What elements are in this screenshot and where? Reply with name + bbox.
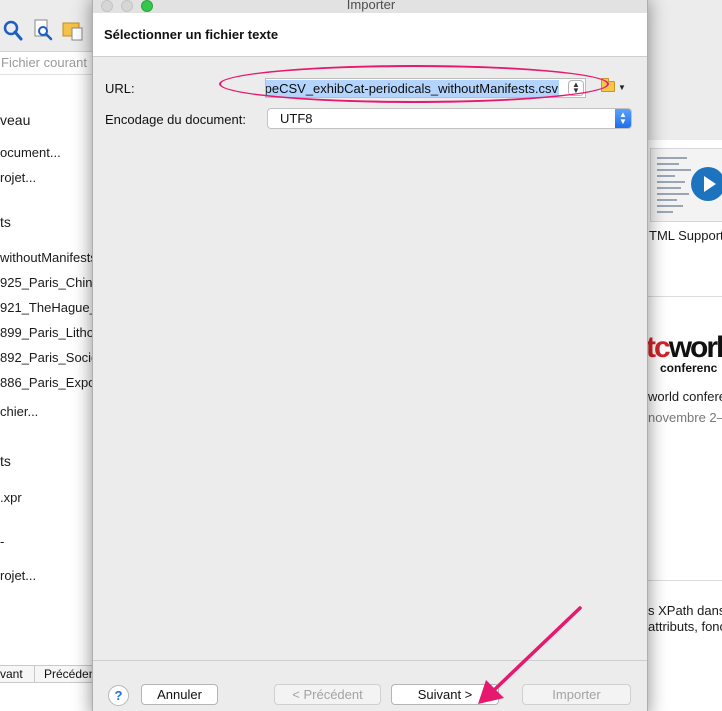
background-list-item[interactable]: 921_TheHague_ [0, 300, 94, 315]
background-right-toolbar [648, 0, 722, 140]
background-list-item: veau [0, 112, 31, 128]
encoding-label: Encodage du document: [105, 112, 246, 127]
video-thumbnail[interactable] [650, 148, 722, 222]
background-tab[interactable]: vant [0, 667, 23, 681]
code-line [657, 157, 687, 159]
previous-button[interactable]: < Précédent [274, 684, 381, 705]
tab-divider [34, 666, 35, 683]
import-dialog: Importer Sélectionner un fichier texte U… [92, 0, 648, 711]
html-support-link[interactable]: TML Support [649, 228, 722, 243]
dialog-content-area [103, 135, 637, 645]
divider [648, 580, 722, 581]
url-history-stepper[interactable]: ▲ ▼ [568, 80, 584, 96]
dialog-header: Sélectionner un fichier texte [93, 13, 647, 57]
background-list-item[interactable]: rojet... [0, 170, 36, 185]
background-list-item[interactable]: .xpr [0, 490, 22, 505]
folder-search-icon[interactable] [62, 18, 84, 42]
background-list-item[interactable]: withoutManifests. [0, 250, 94, 265]
background-list-item[interactable]: 892_Paris_Socie [0, 350, 94, 365]
window-title: Importer [346, 0, 396, 12]
code-line [657, 205, 683, 207]
tcworld-logo: tcworld [647, 331, 722, 364]
conference-date: novembre 2– [648, 410, 722, 425]
code-line [657, 187, 681, 189]
help-button[interactable]: ? [108, 685, 129, 706]
background-search-field[interactable]: Fichier courant [0, 55, 94, 75]
url-input[interactable]: ototypeCSV_exhibCat-periodicals_withoutM… [265, 78, 586, 98]
background-list-item[interactable]: rojet... [0, 568, 36, 583]
xpath-text: attributs, fonct [648, 619, 722, 634]
background-list-item: ts [0, 214, 11, 230]
background-list-item: ts [0, 453, 11, 469]
cancel-button[interactable]: Annuler [141, 684, 218, 705]
folder-icon [601, 78, 615, 92]
code-line [657, 169, 691, 171]
background-toolbar [0, 0, 94, 52]
code-line [657, 193, 689, 195]
select-arrows-icon: ▲ ▼ [615, 109, 631, 128]
dialog-heading: Sélectionner un fichier texte [104, 27, 279, 42]
footer-divider [93, 660, 647, 661]
background-list-item[interactable]: ocument... [0, 145, 61, 160]
code-line [657, 199, 677, 201]
code-line [657, 181, 685, 183]
search-document-icon[interactable] [32, 18, 54, 42]
xpath-text: s XPath dans [648, 603, 722, 618]
code-line [657, 175, 675, 177]
background-left-panel: Fichier courant veau ocument... rojet...… [0, 0, 95, 711]
next-button[interactable]: Suivant > [391, 684, 499, 705]
browse-folder-button[interactable]: ▼ [601, 78, 626, 95]
search-icon[interactable] [2, 18, 24, 42]
import-button[interactable]: Importer [522, 684, 631, 705]
code-line [657, 163, 679, 165]
tcworld-logo-subtitle: conferenc [660, 361, 718, 375]
conference-title[interactable]: world confere [648, 389, 722, 404]
url-label: URL: [105, 81, 135, 96]
title-bar: Importer [93, 0, 647, 13]
background-list-item[interactable]: 886_Paris_Expo [0, 375, 94, 390]
background-right-panel: TML Support tcworld conferenc world conf… [647, 0, 722, 711]
background-list-item[interactable]: 925_Paris_Chine [0, 275, 94, 290]
background-list-item[interactable]: chier... [0, 404, 38, 419]
background-tab[interactable]: Précéden [44, 667, 94, 681]
play-icon[interactable] [691, 167, 722, 201]
code-line [657, 211, 673, 213]
url-value[interactable]: ototypeCSV_exhibCat-periodicals_withoutM… [266, 80, 559, 97]
chevron-down-icon: ▼ [618, 83, 626, 92]
encoding-value: UTF8 [280, 111, 313, 126]
background-bottom-tabs: vant Précéden [0, 665, 94, 683]
background-list-item: - [0, 534, 5, 549]
background-list-item[interactable]: 899_Paris_Litho [0, 325, 94, 340]
divider [648, 296, 722, 297]
encoding-select[interactable]: UTF8 ▲ ▼ [267, 108, 632, 129]
